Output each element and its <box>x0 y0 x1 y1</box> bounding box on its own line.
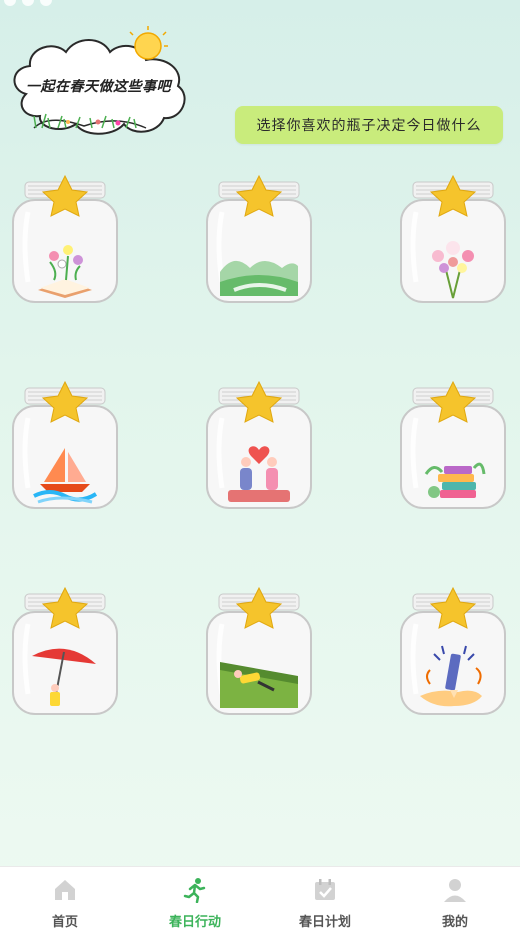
page-title: 一起在春天做这些事吧 <box>26 79 171 95</box>
running-icon <box>183 878 206 903</box>
jar-7[interactable] <box>10 584 120 719</box>
bottom-tab-bar: 首页 春日行动 春日计划 我的 <box>0 866 520 937</box>
tab-label: 首页 <box>51 915 78 930</box>
tab-label: 春日行动 <box>168 915 221 930</box>
status-icons-left <box>4 0 52 6</box>
tab-spring-action[interactable]: 春日行动 <box>130 867 260 937</box>
tab-label: 春日计划 <box>298 915 351 930</box>
calendar-icon <box>315 879 335 900</box>
jar-9[interactable] <box>398 584 508 719</box>
user-icon <box>444 879 466 902</box>
tab-label: 我的 <box>441 915 468 930</box>
jar-2[interactable] <box>204 172 314 307</box>
home-icon <box>55 880 75 900</box>
jar-4[interactable] <box>10 378 120 513</box>
tab-home[interactable]: 首页 <box>0 867 130 937</box>
jar-6[interactable] <box>398 378 508 513</box>
green-hills-icon <box>220 260 298 296</box>
notification-icon <box>4 0 16 6</box>
prompt-banner: 选择你喜欢的瓶子决定今日做什么 <box>235 106 503 144</box>
notification-icon <box>40 0 52 6</box>
jar-3[interactable] <box>398 172 508 307</box>
jar-8[interactable] <box>204 584 314 719</box>
status-bar <box>0 0 520 10</box>
tab-spring-plan[interactable]: 春日计划 <box>260 867 390 937</box>
notification-icon <box>22 0 34 6</box>
jar-1[interactable] <box>10 172 120 307</box>
jar-5[interactable] <box>204 378 314 513</box>
cloud-banner: 一起在春天做这些事吧 <box>6 24 196 144</box>
tab-mine[interactable]: 我的 <box>390 867 520 937</box>
